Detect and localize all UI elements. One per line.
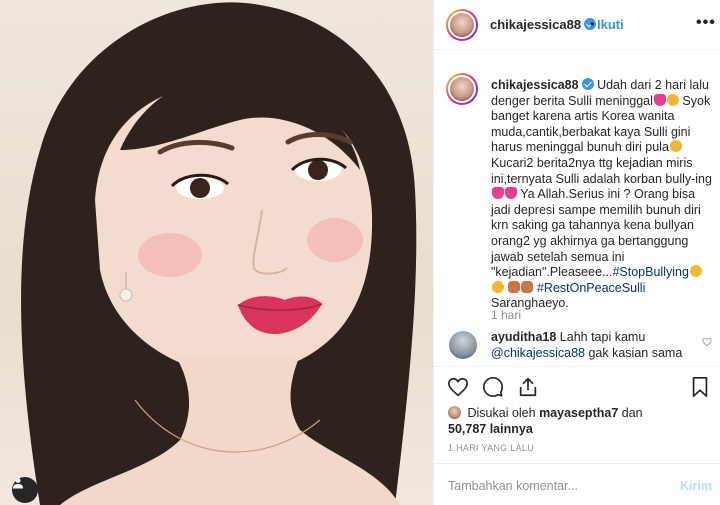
- verified-badge-icon: [581, 78, 594, 90]
- caption-text: chikajessica88 Udah dari 2 hari lalu den…: [491, 78, 712, 311]
- post-photo[interactable]: [0, 0, 433, 505]
- post-timestamp[interactable]: 1 HARI YANG LALU: [448, 443, 534, 453]
- praying-hands-emoji-icon: [508, 280, 521, 293]
- liker-username[interactable]: mayaseptha7: [539, 406, 618, 420]
- mention-link[interactable]: @chikajessica88: [491, 346, 585, 360]
- add-comment-bar: Kirim: [434, 463, 720, 505]
- separator-dot: •: [590, 16, 595, 31]
- commenter-avatar[interactable]: [449, 331, 477, 359]
- user-tag-button[interactable]: [12, 477, 38, 503]
- portrait-image: [21, 2, 417, 505]
- share-icon[interactable]: [517, 376, 539, 398]
- author-username[interactable]: chikajessica88: [490, 17, 597, 32]
- heart-emoji-icon: [492, 187, 504, 200]
- hashtag-link[interactable]: #RestOnPeaceSulli: [537, 281, 645, 295]
- likes-count[interactable]: 50,787 lainnya: [448, 422, 533, 436]
- praying-hands-emoji-icon: [521, 280, 534, 293]
- caption-time[interactable]: 1 hari: [491, 308, 521, 322]
- more-options-icon[interactable]: •••: [696, 14, 716, 32]
- liker-avatar[interactable]: [448, 406, 461, 419]
- action-bar: [434, 368, 720, 408]
- post-header: chikajessica88 • Ikuti •••: [434, 0, 720, 50]
- heart-icon[interactable]: [447, 376, 469, 398]
- comment-input[interactable]: [448, 476, 668, 496]
- hashtag-link[interactable]: #StopBullying: [612, 265, 688, 279]
- comment-icon[interactable]: [482, 376, 504, 398]
- post-comment-button[interactable]: Kirim: [680, 479, 712, 493]
- broken-heart-emoji-icon: [653, 93, 666, 106]
- commenter-username[interactable]: ayuditha18: [491, 330, 556, 344]
- sad-face-emoji-icon: [669, 140, 682, 153]
- post-detail-panel: chikajessica88 • Ikuti ••• chikajessica8…: [433, 0, 720, 505]
- sad-face-emoji-icon: [666, 93, 679, 106]
- likes-summary: Disukai oleh mayaseptha7 dan 50,787 lain…: [448, 406, 643, 436]
- comment-like-icon[interactable]: [702, 337, 712, 347]
- follow-button[interactable]: Ikuti: [597, 17, 624, 32]
- sad-face-emoji-icon: [492, 280, 504, 293]
- author-avatar[interactable]: [446, 9, 478, 41]
- comment-text: ayuditha18 Lahh tapi kamu @chikajessica8…: [491, 330, 683, 360]
- caption-avatar[interactable]: [446, 73, 478, 105]
- sad-face-emoji-icon: [689, 265, 702, 278]
- heart-emoji-icon: [505, 187, 517, 200]
- person-icon: [13, 478, 23, 489]
- comments-section[interactable]: chikajessica88 Udah dari 2 hari lalu den…: [434, 51, 720, 367]
- bookmark-icon[interactable]: [689, 376, 711, 398]
- caption-username[interactable]: chikajessica88: [491, 78, 579, 92]
